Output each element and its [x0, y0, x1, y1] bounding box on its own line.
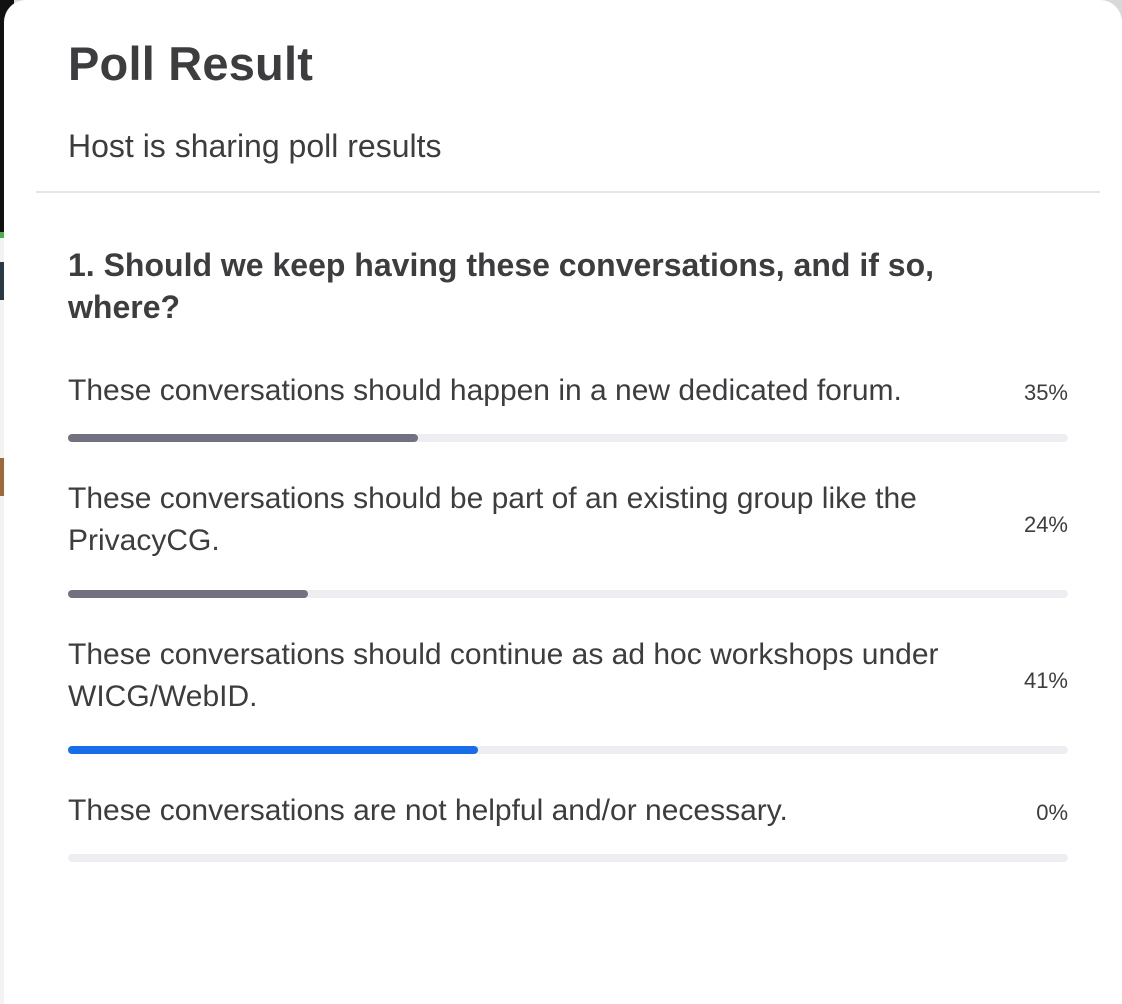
poll-option-percent: 35%: [1023, 380, 1068, 405]
poll-result-dialog: Poll Result Host is sharing poll results…: [4, 0, 1122, 1004]
poll-option-text: These conversations should happen in a n…: [68, 374, 902, 407]
poll-option-percent: 24%: [1023, 512, 1068, 537]
poll-option-bar-track: [68, 434, 1068, 442]
poll-option-bar-track: [68, 590, 1068, 598]
poll-option-percent: 41%: [1023, 668, 1068, 693]
poll-option-bar-track: [68, 746, 1068, 754]
poll-option-bar-fill: [68, 746, 478, 754]
poll-option-text: These conversations are not helpful and/…: [68, 794, 788, 827]
poll-option-bar-track: [68, 854, 1068, 862]
poll-option-text: These conversations should continue as a…: [68, 638, 939, 713]
poll-option-bar-fill: [68, 434, 418, 442]
poll-option-percent: 0%: [1036, 800, 1068, 825]
dialog-title: Poll Result: [68, 37, 314, 90]
dialog-subtitle: Host is sharing poll results: [68, 128, 442, 164]
poll-option-bar-fill: [68, 590, 308, 598]
header-divider: [36, 191, 1100, 193]
poll-option-text: These conversations should be part of an…: [68, 482, 917, 557]
poll-question: 1. Should we keep having these conversat…: [68, 247, 934, 325]
